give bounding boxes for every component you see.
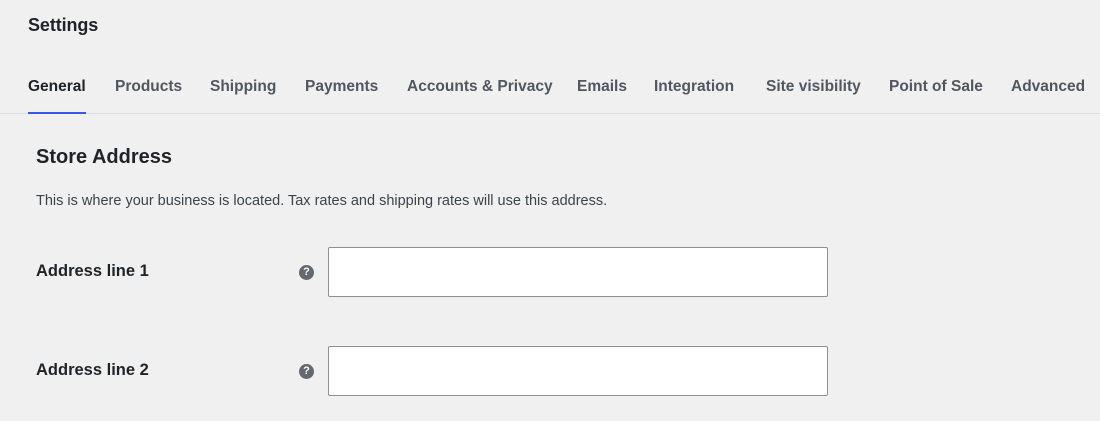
address-line-1-input[interactable] bbox=[328, 247, 828, 297]
settings-tabs: General Products Shipping Payments Accou… bbox=[0, 62, 1100, 114]
tab-products[interactable]: Products bbox=[115, 77, 182, 114]
tab-shipping[interactable]: Shipping bbox=[210, 77, 276, 114]
page-title: Settings bbox=[28, 15, 99, 35]
question-mark-icon[interactable]: ? bbox=[299, 265, 314, 280]
section-description: This is where your business is located. … bbox=[36, 193, 608, 209]
tab-advanced[interactable]: Advanced bbox=[1011, 77, 1085, 114]
address-line-1-label: Address line 1 bbox=[36, 262, 149, 280]
address-line-2-input[interactable] bbox=[328, 346, 828, 396]
tab-general[interactable]: General bbox=[28, 77, 86, 114]
section-title: Store Address bbox=[36, 146, 172, 168]
tab-accounts-privacy[interactable]: Accounts & Privacy bbox=[407, 77, 553, 114]
settings-page: Settings General Products Shipping Payme… bbox=[0, 0, 1100, 421]
tab-point-of-sale[interactable]: Point of Sale bbox=[889, 77, 983, 114]
address-line-2-label: Address line 2 bbox=[36, 361, 149, 379]
tab-site-visibility[interactable]: Site visibility bbox=[766, 77, 861, 114]
tab-integration[interactable]: Integration bbox=[654, 77, 734, 114]
question-mark-icon[interactable]: ? bbox=[299, 364, 314, 379]
tab-payments[interactable]: Payments bbox=[305, 77, 378, 114]
tab-emails[interactable]: Emails bbox=[577, 77, 627, 114]
